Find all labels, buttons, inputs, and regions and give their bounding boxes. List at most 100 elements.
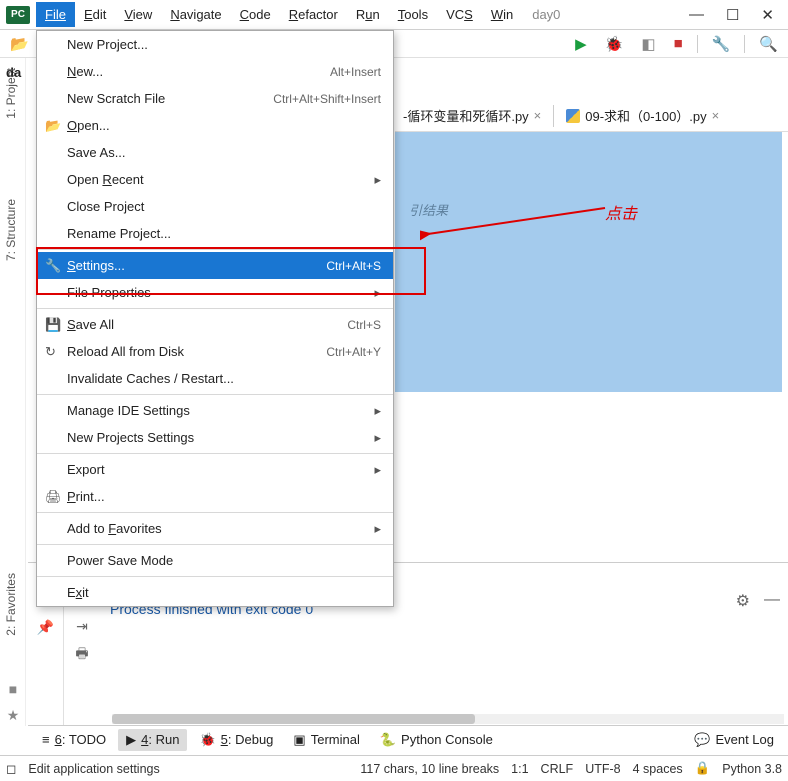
file-menu-new-project[interactable]: New Project... xyxy=(37,31,393,58)
file-menu-settings[interactable]: 🔧Settings...Ctrl+Alt+S xyxy=(37,252,393,279)
bottom-tool-tabs: ≡6: TODO▶4: Run🐞5: Debug▣Terminal🐍Python… xyxy=(28,725,788,753)
menu-label: Exit xyxy=(67,585,89,600)
menu-refactor[interactable]: Refactor xyxy=(280,2,347,27)
status-line-ending[interactable]: CRLF xyxy=(541,762,574,776)
menu-icon: 💾 xyxy=(45,317,61,333)
menu-icon: 📂 xyxy=(45,118,61,134)
file-menu-file-properties[interactable]: File Properties▸ xyxy=(37,279,393,306)
file-menu-new-scratch-file[interactable]: New Scratch FileCtrl+Alt+Shift+Insert xyxy=(37,85,393,112)
tab-loop-var[interactable]: -循环变量和死循环.py × xyxy=(395,101,549,130)
close-button[interactable]: ✕ xyxy=(761,6,774,24)
tool-label: Python Console xyxy=(401,732,493,747)
file-menu-print[interactable]: 🖨Print... xyxy=(37,483,393,510)
maximize-button[interactable]: ☐ xyxy=(726,6,739,24)
file-menu-power-save-mode[interactable]: Power Save Mode xyxy=(37,547,393,574)
file-menu-exit[interactable]: Exit xyxy=(37,579,393,606)
menu-label: New Projects Settings xyxy=(67,430,194,445)
menu-file[interactable]: File xyxy=(36,2,75,27)
menu-label: Invalidate Caches / Restart... xyxy=(67,371,234,386)
menu-label: Open... xyxy=(67,118,110,133)
editor-tabs: -循环变量和死循环.py × 09-求和（0-100）.py × xyxy=(395,100,788,132)
file-menu-new-projects-settings[interactable]: New Projects Settings▸ xyxy=(37,424,393,451)
menu-tools[interactable]: Tools xyxy=(389,2,437,27)
tool-todo[interactable]: ≡6: TODO xyxy=(34,729,114,750)
status-indent[interactable]: 4 spaces xyxy=(633,762,683,776)
tool-icon: 🐞 xyxy=(199,732,215,748)
shortcut: Alt+Insert xyxy=(330,65,381,79)
editor-text-fragment: 引结果 xyxy=(409,200,448,219)
run-icon[interactable]: ▶ xyxy=(571,33,591,55)
file-menu-rename-project[interactable]: Rename Project... xyxy=(37,220,393,247)
menu-navigate[interactable]: Navigate xyxy=(161,2,230,27)
file-menu-dropdown: New Project... New... Alt+Insert New Scratc… xyxy=(36,30,394,607)
statusbar: ◻ Edit application settings 117 chars, 1… xyxy=(0,755,788,781)
file-menu-close-project[interactable]: Close Project xyxy=(37,193,393,220)
minimize-button[interactable]: — xyxy=(689,6,704,24)
tool-terminal[interactable]: ▣Terminal xyxy=(285,729,367,751)
file-menu-open[interactable]: 📂 Open... xyxy=(37,112,393,139)
shortcut: Ctrl+Alt+Shift+Insert xyxy=(273,92,381,106)
pin-icon[interactable]: 📌 xyxy=(37,619,54,636)
titlebar: PC File Edit View Navigate Code Refactor… xyxy=(0,0,788,30)
file-menu-new[interactable]: New... Alt+Insert xyxy=(37,58,393,85)
sidebar-favorites[interactable]: 2: Favorites xyxy=(0,563,22,646)
menu-code[interactable]: Code xyxy=(231,2,280,27)
file-menu-invalidate-caches-restart[interactable]: Invalidate Caches / Restart... xyxy=(37,365,393,392)
status-caret-pos[interactable]: 1:1 xyxy=(511,762,528,776)
gear-icon[interactable]: ⚙ xyxy=(736,591,750,611)
menu-label: Reload All from Disk xyxy=(67,344,184,359)
status-python[interactable]: Python 3.8 xyxy=(722,762,782,776)
tool-event-log[interactable]: 💬 Event Log xyxy=(686,729,782,751)
status-chars: 117 chars, 10 line breaks xyxy=(360,762,499,776)
menu-label: New... xyxy=(67,64,103,79)
sidebar-project[interactable]: 1: Project xyxy=(0,58,22,129)
print-icon[interactable]: 🖶 xyxy=(75,643,88,667)
minimize-panel-icon[interactable]: — xyxy=(764,591,780,611)
search-icon[interactable]: 🔍 xyxy=(755,33,782,55)
python-file-icon xyxy=(566,109,580,123)
tool-debug[interactable]: 🐞5: Debug xyxy=(191,729,281,751)
close-icon[interactable]: × xyxy=(712,108,720,123)
menu-label: New Project... xyxy=(67,37,148,52)
open-icon[interactable]: 📂 xyxy=(6,33,33,55)
tool-python-console[interactable]: 🐍Python Console xyxy=(372,729,501,751)
wrap-icon[interactable]: ⇥ xyxy=(76,618,88,635)
menu-label: Add to Favorites xyxy=(67,521,162,536)
menu-vcs[interactable]: VCS xyxy=(437,2,482,27)
coverage-icon[interactable]: ◧ xyxy=(637,33,659,55)
bookmark-icon[interactable]: ■ xyxy=(9,681,17,697)
lock-icon[interactable]: 🔒 xyxy=(695,761,711,776)
file-menu-save-as[interactable]: Save As... xyxy=(37,139,393,166)
file-menu-manage-ide-settings[interactable]: Manage IDE Settings▸ xyxy=(37,397,393,424)
menu-view[interactable]: View xyxy=(115,2,161,27)
event-log-icon: 💬 xyxy=(694,732,710,748)
tool-label: 6: TODO xyxy=(55,732,107,747)
tool-label: Event Log xyxy=(715,732,774,747)
close-icon[interactable]: × xyxy=(534,108,542,123)
stop-icon[interactable]: ■ xyxy=(670,33,687,54)
file-menu-open-recent[interactable]: Open Recent▸ xyxy=(37,166,393,193)
sidebar-structure[interactable]: 7: Structure xyxy=(0,189,22,271)
menu-label: Close Project xyxy=(67,199,144,214)
wrench-icon[interactable]: 🔧 xyxy=(708,33,735,55)
file-menu-export[interactable]: Export▸ xyxy=(37,456,393,483)
file-menu-reload-all-from-disk[interactable]: ↻Reload All from DiskCtrl+Alt+Y xyxy=(37,338,393,365)
star-icon[interactable]: ★ xyxy=(7,707,20,724)
menu-run[interactable]: Run xyxy=(347,2,389,27)
menu-label: Settings... xyxy=(67,258,125,273)
menu-icon: 🔧 xyxy=(45,258,61,274)
file-menu-add-to-favorites[interactable]: Add to Favorites▸ xyxy=(37,515,393,542)
menu-window[interactable]: Win xyxy=(482,2,522,27)
annotation-text: 点击 xyxy=(605,200,637,224)
status-encoding[interactable]: UTF-8 xyxy=(585,762,620,776)
menu-edit[interactable]: Edit xyxy=(75,2,115,27)
horizontal-scrollbar[interactable] xyxy=(112,714,784,724)
status-square-icon[interactable]: ◻ xyxy=(6,761,16,776)
debug-icon[interactable]: 🐞 xyxy=(601,33,628,55)
editor-area[interactable]: 引结果 xyxy=(395,132,782,392)
tool-run[interactable]: ▶4: Run xyxy=(118,729,187,751)
shortcut: Ctrl+Alt+Y xyxy=(326,345,381,359)
chevron-right-icon: ▸ xyxy=(374,172,381,188)
file-menu-save-all[interactable]: 💾Save AllCtrl+S xyxy=(37,311,393,338)
tab-sum[interactable]: 09-求和（0-100）.py × xyxy=(558,101,727,130)
